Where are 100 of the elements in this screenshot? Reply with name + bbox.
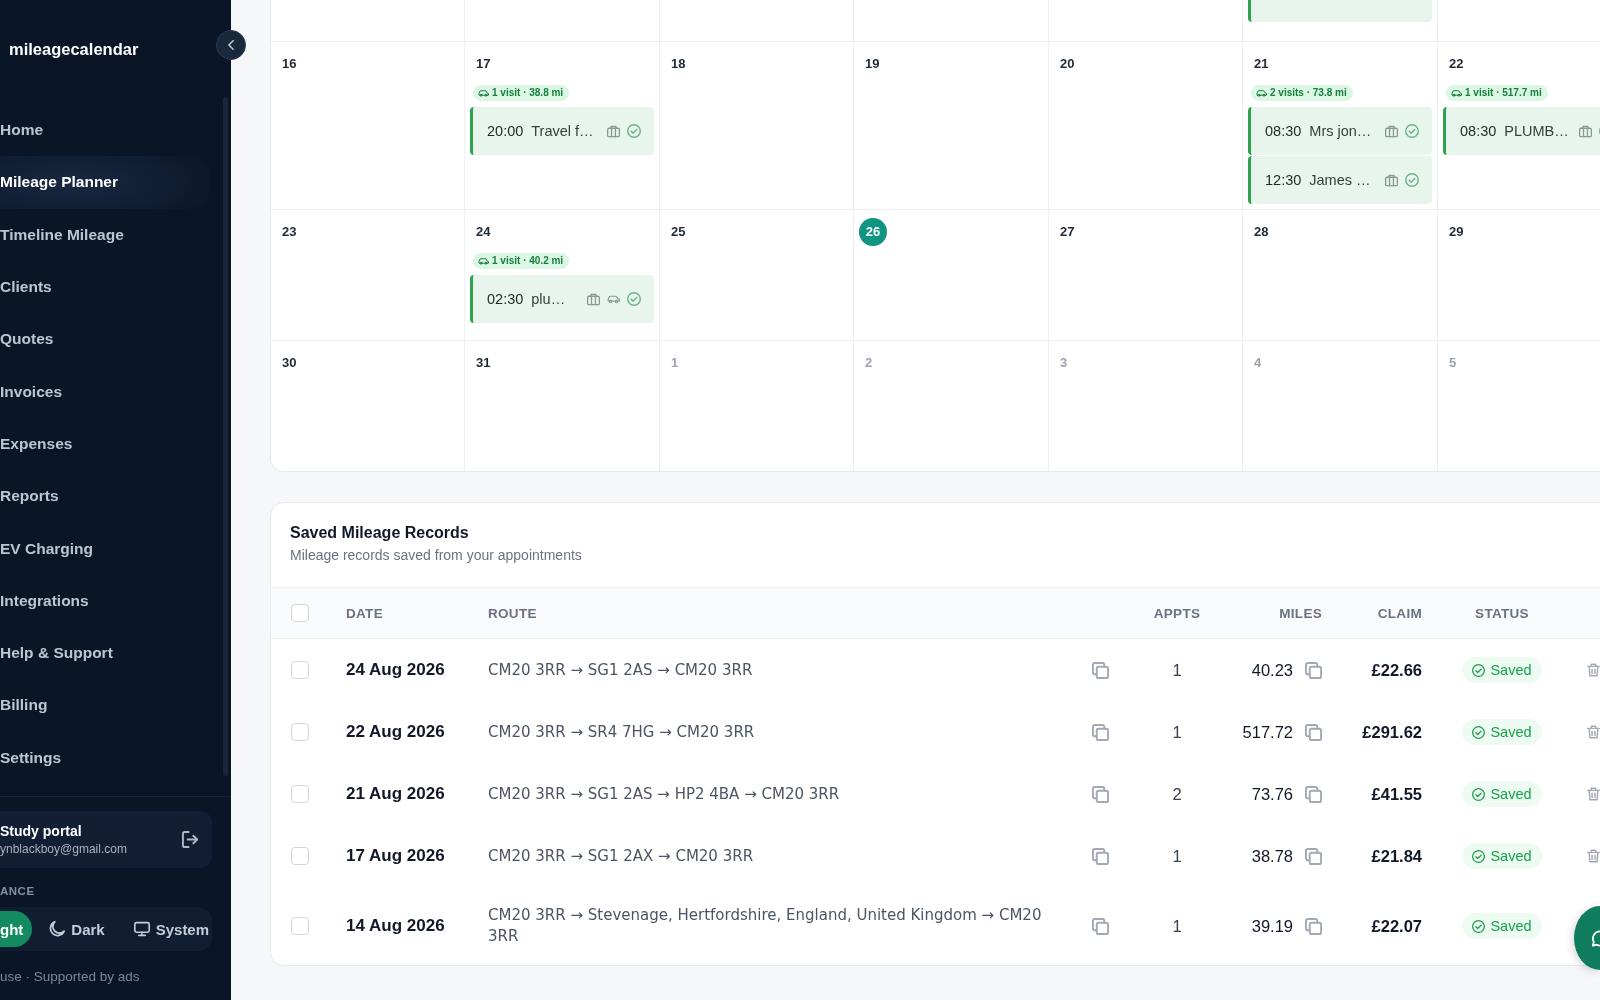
claim-cell: £22.07 xyxy=(1371,916,1422,936)
copy-icon[interactable] xyxy=(1305,661,1322,679)
car-icon xyxy=(478,89,489,97)
event-chip[interactable]: 02:30 plu… xyxy=(470,275,654,323)
briefcase-icon xyxy=(1385,124,1398,138)
visits-label: 1 visit · 40.2 mi xyxy=(492,255,564,267)
day-number: 26 xyxy=(859,218,887,246)
copy-icon[interactable] xyxy=(1092,785,1109,803)
check-circle-icon xyxy=(1405,124,1419,138)
copy-icon[interactable] xyxy=(1305,723,1322,741)
nav-item[interactable]: Mileage Planner xyxy=(0,156,209,209)
visits-label: 1 visit · 38.8 mi xyxy=(492,87,564,99)
day-number: 17 xyxy=(475,56,491,72)
nav-item[interactable]: Help & Support xyxy=(0,626,209,680)
claim-cell: £21.84 xyxy=(1371,846,1422,866)
appointments-cell: 1 xyxy=(1172,722,1182,742)
event-chip[interactable]: 08:30 PLUMB… xyxy=(1443,107,1600,155)
event-time: 02:30 xyxy=(487,291,524,307)
column-header[interactable]: APPTS xyxy=(1153,605,1201,621)
column-header[interactable]: ROUTE xyxy=(488,605,537,621)
nav-item[interactable]: Home xyxy=(0,104,209,157)
column-header[interactable]: CLAIM xyxy=(1377,605,1422,621)
chat-icon xyxy=(1592,929,1600,947)
column-header[interactable]: STATUS xyxy=(1475,605,1529,621)
copy-icon[interactable] xyxy=(1092,723,1109,741)
collapse-button[interactable] xyxy=(216,30,246,60)
row-checkbox[interactable] xyxy=(291,847,309,865)
nav-item[interactable]: Reports xyxy=(0,470,209,523)
copy-icon[interactable] xyxy=(1092,847,1109,865)
row-checkbox[interactable] xyxy=(291,785,309,803)
nav-item[interactable]: Clients xyxy=(0,260,209,314)
day-number: 21 xyxy=(1253,56,1269,72)
appointments-cell: 1 xyxy=(1172,660,1182,680)
trash-icon[interactable] xyxy=(1587,725,1600,739)
trash-icon[interactable] xyxy=(1587,663,1600,677)
copy-icon[interactable] xyxy=(1092,917,1109,935)
day-number: 3 xyxy=(1059,355,1068,371)
nav-item[interactable]: Integrations xyxy=(0,574,209,627)
appointments-cell: 1 xyxy=(1172,916,1182,936)
briefcase-icon xyxy=(1579,124,1592,138)
nav-item[interactable]: Timeline Mileage xyxy=(0,208,209,261)
copy-icon[interactable] xyxy=(1305,785,1322,803)
event-chip[interactable]: 20:00 Travel f… xyxy=(470,107,654,155)
moon-icon xyxy=(49,921,66,937)
event-title: Travel f… xyxy=(531,123,594,139)
status-label: Saved xyxy=(1490,724,1532,740)
date-cell: 17 Aug 2026 xyxy=(346,846,445,866)
appointments-cell: 2 xyxy=(1172,784,1182,804)
row-checkbox[interactable] xyxy=(291,661,309,679)
nav-item[interactable]: Invoices xyxy=(0,365,209,418)
section-title: Saved Mileage Records xyxy=(290,523,469,543)
day-number: 4 xyxy=(1253,355,1262,371)
copy-icon[interactable] xyxy=(1092,661,1109,679)
nav-item[interactable]: Settings xyxy=(0,731,209,784)
monitor-icon xyxy=(133,921,150,937)
event-title: Mrs jon… xyxy=(1309,123,1372,139)
theme-option[interactable]: System xyxy=(129,911,214,947)
account-card[interactable]: Study portal ynblackboy@gmail.com xyxy=(0,811,212,868)
nav-item[interactable]: Billing xyxy=(0,679,209,732)
visits-label: 2 visits · 73.8 mi xyxy=(1270,87,1347,99)
claim-cell: £22.66 xyxy=(1371,660,1422,680)
day-number: 18 xyxy=(670,56,686,72)
logout-icon[interactable] xyxy=(182,831,199,848)
day-number: 2 xyxy=(864,355,873,371)
check-circle-icon xyxy=(1472,787,1486,801)
check-circle-icon xyxy=(1405,173,1419,187)
theme-option[interactable]: Dark xyxy=(45,911,109,947)
nav-item[interactable]: Expenses xyxy=(0,417,209,471)
status-label: Saved xyxy=(1490,848,1532,864)
event-time: 08:30 xyxy=(1460,123,1497,139)
trash-icon[interactable] xyxy=(1587,787,1600,801)
event-chip[interactable]: 12:30 James … xyxy=(1248,156,1432,204)
account-name: Study portal xyxy=(0,822,83,840)
theme-option[interactable]: ght xyxy=(0,911,33,947)
day-number: 19 xyxy=(864,56,880,72)
column-header[interactable]: DATE xyxy=(346,605,383,621)
check-circle-icon xyxy=(627,124,641,138)
column-header[interactable]: MILES xyxy=(1279,605,1322,621)
account-email: ynblackboy@gmail.com xyxy=(0,841,128,857)
copy-icon[interactable] xyxy=(1305,847,1322,865)
status-label: Saved xyxy=(1490,786,1532,802)
check-circle-icon xyxy=(1472,919,1486,933)
nav-item[interactable]: EV Charging xyxy=(0,522,209,575)
event-chip[interactable]: 08:30 Mrs jon… xyxy=(1248,107,1432,155)
appointments-cell: 1 xyxy=(1172,846,1182,866)
row-checkbox[interactable] xyxy=(291,917,309,935)
car-icon xyxy=(1256,89,1267,97)
row-checkbox[interactable] xyxy=(291,723,309,741)
day-number: 1 xyxy=(670,355,679,371)
nav-item[interactable]: Quotes xyxy=(0,313,209,366)
claim-cell: £291.62 xyxy=(1362,722,1422,742)
day-number: 24 xyxy=(475,224,491,240)
select-all-checkbox[interactable] xyxy=(291,604,309,622)
copy-icon[interactable] xyxy=(1305,917,1322,935)
event-time: 08:30 xyxy=(1265,123,1302,139)
day-number: 25 xyxy=(670,224,686,240)
route-cell: CM20 3RR → SG1 2AS → HP2 4BA → CM20 3RR xyxy=(488,783,840,805)
day-number: 31 xyxy=(475,355,491,371)
route-cell: CM20 3RR → SG1 2AS → CM20 3RR xyxy=(488,659,753,681)
trash-icon[interactable] xyxy=(1587,849,1600,863)
